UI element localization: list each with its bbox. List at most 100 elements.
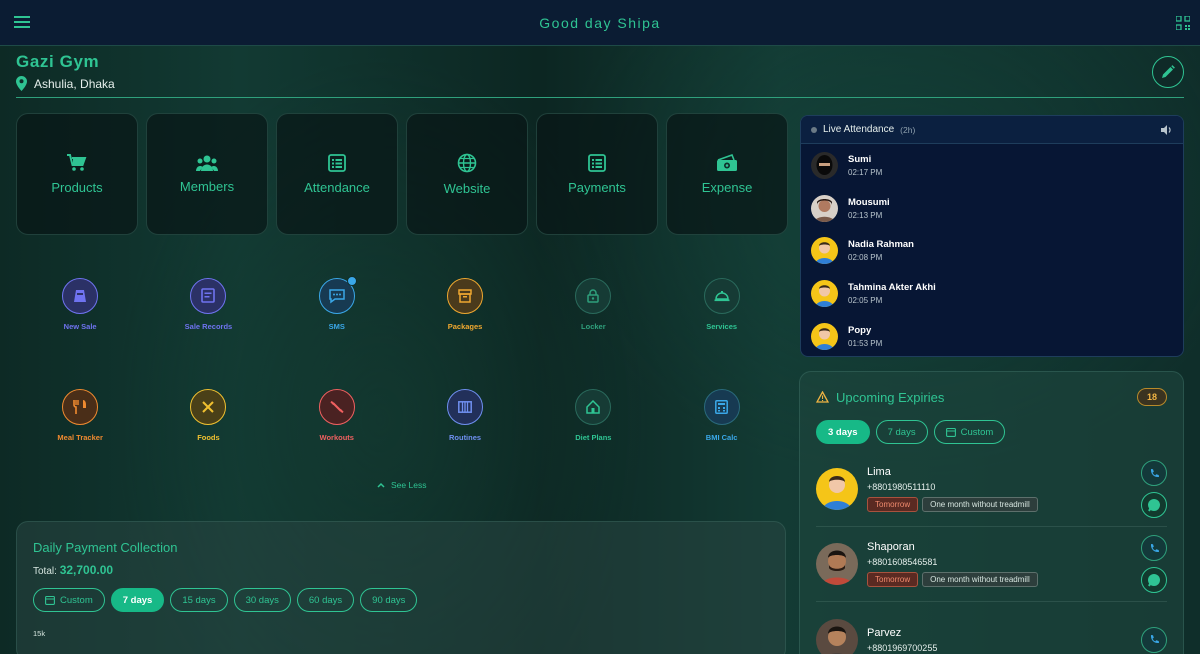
list-icon (588, 153, 606, 172)
qr-code-icon[interactable] (1176, 16, 1190, 30)
greeting-title: Good day Shipa (539, 14, 661, 31)
gym-header: Gazi Gym Ashulia, Dhaka (16, 52, 1184, 98)
attendee-time: 02:17 PM (848, 167, 883, 177)
chip-label: Custom (60, 594, 93, 606)
chat-bubble-icon (1148, 574, 1160, 587)
bmi-calc-action[interactable]: BMI Calc (657, 389, 785, 442)
member-name: Shaporan (867, 541, 915, 553)
attendance-row[interactable]: Sumi 02:17 PM (801, 144, 1183, 187)
expiry-item[interactable]: Lima +8801980511110 Tomorrow One month w… (816, 452, 1167, 527)
chevron-up-icon (377, 482, 385, 488)
tile-label: Website (443, 180, 491, 196)
call-button[interactable] (1141, 535, 1167, 561)
hamburger-menu-icon[interactable] (14, 16, 30, 28)
filter-custom[interactable]: Custom (933, 420, 1006, 444)
expiry-item[interactable]: Parvez +8801969700255 (816, 602, 1167, 654)
services-action[interactable]: Services (657, 278, 785, 331)
total-value: 32,700.00 (59, 563, 114, 577)
attendance-row[interactable]: Tahmina Akter Akhi 02:05 PM (801, 272, 1183, 315)
money-icon (717, 153, 737, 171)
cutlery-icon (73, 400, 87, 414)
quick-label: New Sale (63, 322, 97, 331)
attendee-time: 01:53 PM (848, 339, 883, 349)
new-sale-action[interactable]: New Sale (16, 278, 144, 331)
tile-expense[interactable]: Expense (666, 113, 788, 235)
tile-label: Members (179, 178, 235, 194)
filter-15-days[interactable]: 15 days (170, 588, 228, 612)
whatsapp-button[interactable] (1141, 492, 1167, 518)
filter-7-days[interactable]: 7 days (875, 420, 928, 444)
member-name: Lima (867, 466, 891, 478)
fork-knife-icon (202, 401, 215, 413)
expiries-list: Lima +8801980511110 Tomorrow One month w… (816, 452, 1167, 654)
whatsapp-button[interactable] (1141, 567, 1167, 593)
filter-60-days[interactable]: 60 days (296, 588, 355, 612)
total-label: Total: (33, 566, 57, 577)
see-less-toggle[interactable]: See Less (377, 480, 426, 490)
filter-custom[interactable]: Custom (33, 588, 105, 612)
tile-attendance[interactable]: Attendance (276, 113, 398, 235)
avatar (811, 280, 838, 308)
filter-90-days[interactable]: 90 days (360, 588, 418, 612)
diet-plans-action[interactable]: Diet Plans (529, 389, 657, 442)
gym-location-text: Ashulia, Dhaka (34, 76, 115, 91)
avatar (811, 323, 838, 351)
gym-name: Gazi Gym (16, 52, 100, 71)
member-phone: +8801980511110 (867, 482, 936, 492)
tile-products[interactable]: Products (16, 113, 138, 235)
cart-icon (67, 153, 87, 171)
quick-label: SMS (328, 322, 345, 331)
calendar-icon (945, 427, 956, 437)
member-phone: +8801969700255 (867, 642, 938, 653)
expiries-title: Upcoming Expiries (836, 389, 945, 405)
filter-7-days[interactable]: 7 days (110, 588, 165, 612)
quick-actions-row-1: New Sale Sale Records SMS Packages Locke… (16, 276, 786, 331)
tile-website[interactable]: Website (406, 113, 528, 235)
packages-action[interactable]: Packages (401, 278, 529, 331)
home-icon (586, 400, 601, 414)
edit-button[interactable] (1152, 56, 1184, 88)
quick-label: Workouts (319, 433, 354, 442)
quick-label: BMI Calc (705, 433, 738, 442)
call-button[interactable] (1141, 460, 1167, 486)
attendance-row[interactable]: Popy 01:53 PM (801, 315, 1183, 356)
quick-label: Locker (581, 322, 606, 331)
sms-action[interactable]: SMS (273, 276, 401, 331)
top-bar: Good day Shipa (0, 0, 1200, 46)
columns-icon (458, 401, 472, 413)
tile-label: Expense (701, 179, 753, 195)
sale-records-action[interactable]: Sale Records (144, 278, 272, 331)
foods-action[interactable]: Foods (144, 389, 272, 442)
plan-badge: One month without treadmill (922, 497, 1038, 512)
daily-payment-card: Daily Payment Collection Total: 32,700.0… (16, 521, 786, 654)
live-status-dot (811, 126, 817, 133)
chart-y-tick: 15k (33, 629, 46, 638)
workouts-action[interactable]: Workouts (273, 389, 401, 442)
meal-tracker-action[interactable]: Meal Tracker (16, 389, 144, 442)
filter-30-days[interactable]: 30 days (233, 588, 291, 612)
filter-3-days[interactable]: 3 days (816, 420, 870, 444)
warning-icon (816, 391, 829, 403)
speaker-icon[interactable] (1161, 124, 1173, 135)
payment-filters: Custom 7 days 15 days 30 days 60 days 90… (33, 588, 769, 612)
tile-label: Products (51, 179, 103, 195)
quick-label: Routines (448, 433, 482, 442)
calculator-icon (715, 400, 729, 414)
notification-dot (346, 276, 357, 286)
avatar (811, 151, 838, 179)
tile-payments[interactable]: Payments (536, 113, 658, 235)
due-badge: Tomorrow (867, 497, 919, 512)
phone-icon (1150, 635, 1159, 644)
call-button[interactable] (1141, 626, 1167, 653)
attendance-row[interactable]: Nadia Rahman 02:08 PM (801, 230, 1183, 273)
expiry-item[interactable]: Shaporan +8801608546581 Tomorrow One mon… (816, 527, 1167, 602)
quick-label: Diet Plans (575, 433, 612, 442)
attendee-name: Nadia Rahman (848, 239, 914, 251)
phone-icon (1150, 468, 1159, 477)
routines-action[interactable]: Routines (401, 389, 529, 442)
attendee-name: Tahmina Akter Akhi (848, 282, 936, 294)
tile-members[interactable]: Members (146, 113, 268, 235)
attendance-row[interactable]: Mousumi 02:13 PM (801, 187, 1183, 230)
locker-action[interactable]: Locker (529, 278, 657, 331)
upcoming-expiries-panel: Upcoming Expiries 18 3 days 7 days Custo… (799, 371, 1184, 654)
